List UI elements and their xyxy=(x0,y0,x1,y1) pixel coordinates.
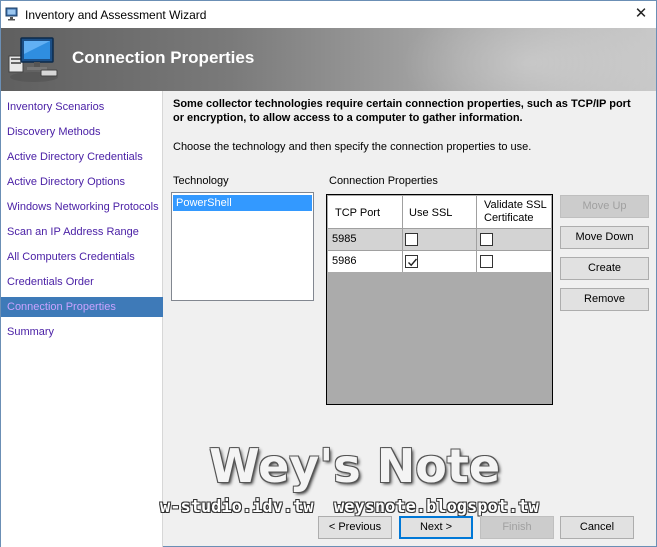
nav-item-ad-options[interactable]: Active Directory Options xyxy=(1,172,163,192)
column-header-tcp-port[interactable]: TCP Port xyxy=(335,207,380,219)
tcp-port-cell[interactable]: 5985 xyxy=(332,233,356,245)
page-heading: Connection Properties xyxy=(72,48,255,67)
connection-properties-label: Connection Properties xyxy=(329,175,438,187)
watermark-title: Wey's Note xyxy=(209,439,501,493)
watermark-sites: w-studio.idv.tw weysnote.blogspot.tw xyxy=(160,497,539,517)
table-row[interactable]: 5986 xyxy=(328,250,551,272)
technology-list[interactable]: PowerShell xyxy=(171,192,314,301)
close-icon[interactable]: ✕ xyxy=(628,4,654,24)
nav-item-scan-ip-range[interactable]: Scan an IP Address Range xyxy=(1,222,163,242)
nav-item-all-computers-credentials[interactable]: All Computers Credentials xyxy=(1,247,163,267)
use-ssl-checkbox[interactable] xyxy=(405,255,418,268)
move-up-button[interactable]: Move Up xyxy=(560,195,649,218)
column-header-use-ssl[interactable]: Use SSL xyxy=(409,207,452,219)
validate-ssl-checkbox[interactable] xyxy=(480,255,493,268)
cancel-button[interactable]: Cancel xyxy=(560,516,634,539)
technology-item-powershell[interactable]: PowerShell xyxy=(173,195,312,211)
nav-item-discovery-methods[interactable]: Discovery Methods xyxy=(1,122,163,142)
next-button[interactable]: Next > xyxy=(399,516,473,539)
table-row[interactable]: 5985 xyxy=(328,228,551,250)
nav-item-summary[interactable]: Summary xyxy=(1,322,163,342)
checkmark-icon xyxy=(408,258,418,267)
create-button[interactable]: Create xyxy=(560,257,649,280)
wizard-steps-nav: Inventory Scenarios Discovery Methods Ac… xyxy=(1,91,163,547)
previous-button[interactable]: < Previous xyxy=(318,516,392,539)
remove-button[interactable]: Remove xyxy=(560,288,649,311)
nav-item-connection-properties[interactable]: Connection Properties xyxy=(1,297,163,317)
technology-label: Technology xyxy=(173,175,229,187)
move-down-button[interactable]: Move Down xyxy=(560,226,649,249)
banner-decoration xyxy=(401,28,656,91)
wizard-window: Inventory and Assessment Wizard ✕ Connec… xyxy=(0,0,657,547)
nav-item-credentials-order[interactable]: Credentials Order xyxy=(1,272,163,292)
finish-button[interactable]: Finish xyxy=(480,516,554,539)
computer-network-icon xyxy=(7,34,61,84)
column-header-validate-ssl[interactable]: Validate SSL Certificate xyxy=(484,199,552,225)
app-icon xyxy=(5,7,19,21)
intro-text: Some collector technologies require cert… xyxy=(173,98,631,124)
validate-ssl-checkbox[interactable] xyxy=(480,233,493,246)
tcp-port-cell[interactable]: 5986 xyxy=(332,255,356,267)
instruction-text: Choose the technology and then specify t… xyxy=(173,141,532,153)
page-banner: Connection Properties xyxy=(1,28,656,91)
use-ssl-checkbox[interactable] xyxy=(405,233,418,246)
nav-item-windows-networking-protocols[interactable]: Windows Networking Protocols xyxy=(1,197,163,217)
grid-column-divider xyxy=(476,196,477,272)
grid-column-divider xyxy=(402,196,403,272)
connection-properties-grid: TCP Port Use SSL Validate SSL Certificat… xyxy=(326,194,553,405)
nav-item-ad-credentials[interactable]: Active Directory Credentials xyxy=(1,147,163,167)
nav-item-inventory-scenarios[interactable]: Inventory Scenarios xyxy=(1,97,163,117)
title-bar: Inventory and Assessment Wizard ✕ xyxy=(1,1,656,28)
window-title: Inventory and Assessment Wizard xyxy=(25,8,207,22)
grid-header: TCP Port Use SSL Validate SSL Certificat… xyxy=(328,196,551,228)
